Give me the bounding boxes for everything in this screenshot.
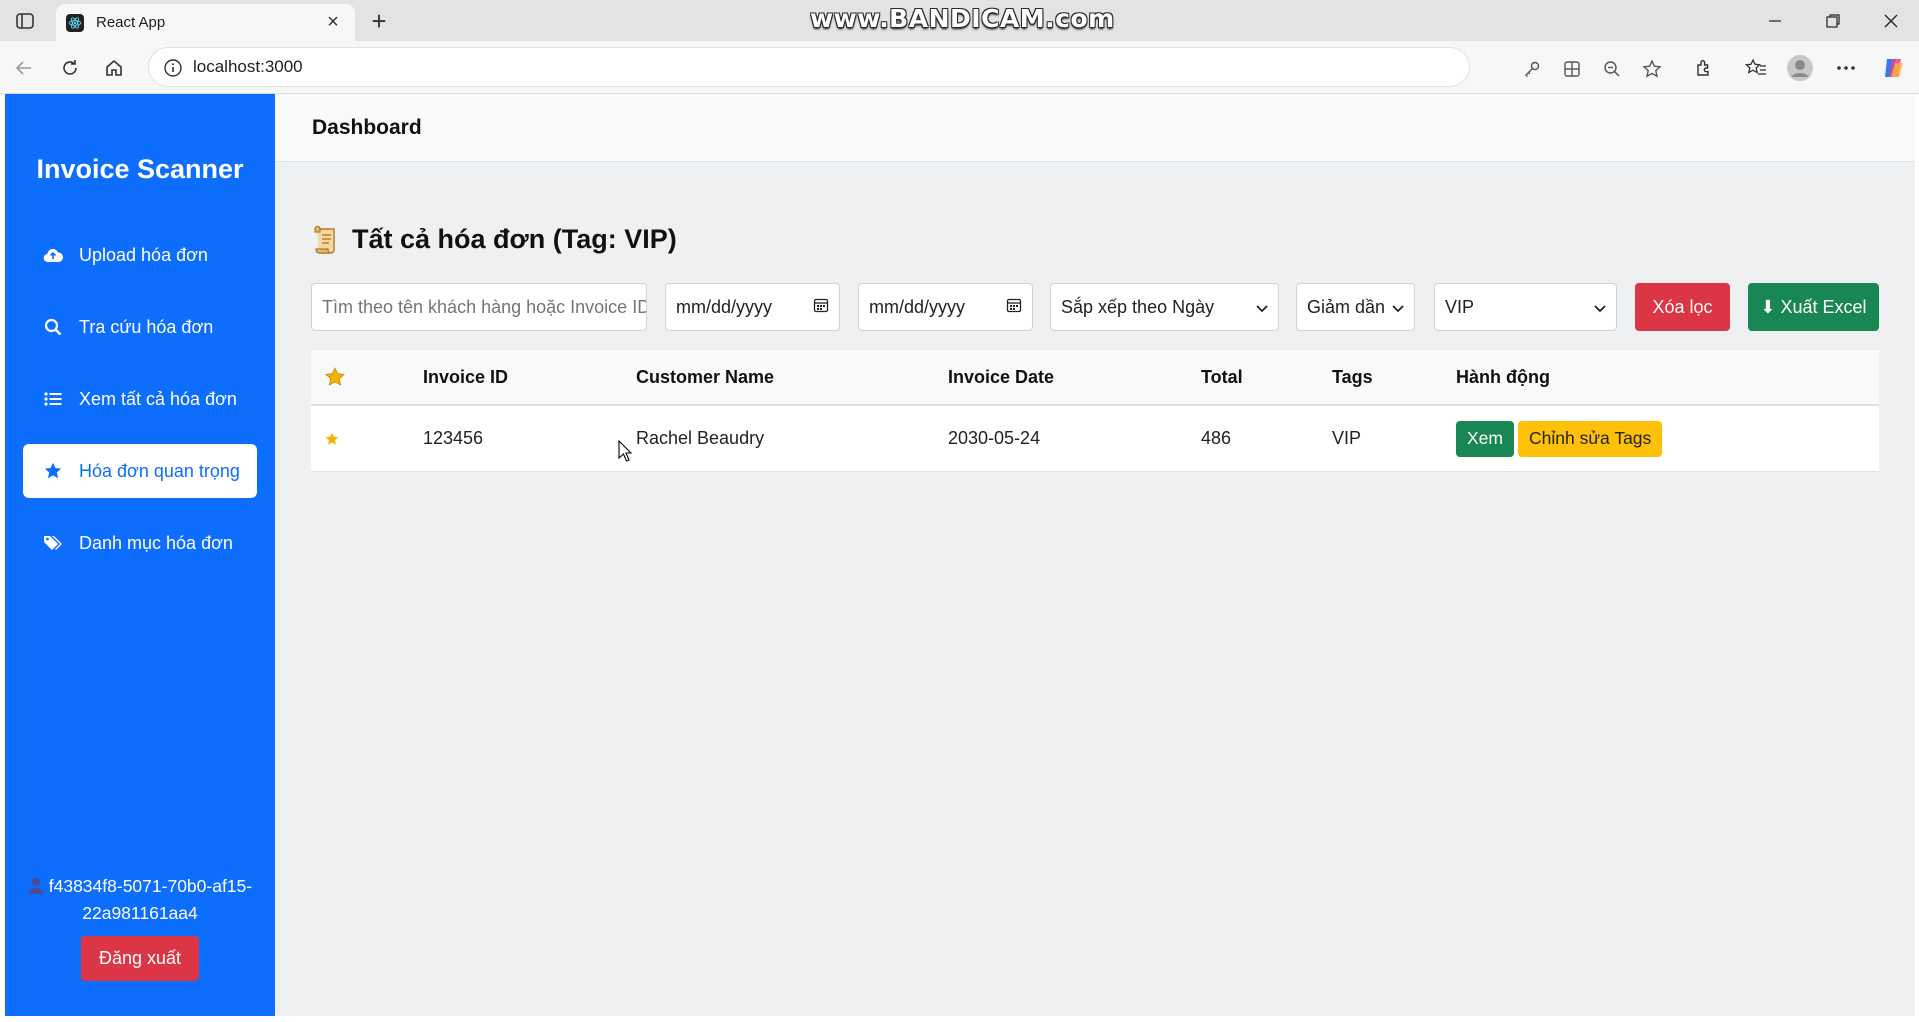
invoice-table: Invoice ID Customer Name Invoice Date To… <box>311 350 1879 472</box>
favorite-star-icon[interactable] <box>1641 58 1663 80</box>
list-icon <box>43 389 63 409</box>
star-icon <box>43 461 63 481</box>
date-to-text: mm/dd/yyyy <box>869 296 966 317</box>
invoice-id-cell: 123456 <box>423 428 484 448</box>
new-tab-icon[interactable]: + <box>364 6 394 36</box>
sidebar-item-label: Upload hóa đơn <box>79 244 208 265</box>
profile-avatar-icon[interactable] <box>1784 52 1816 84</box>
export-excel-button[interactable]: ⬇ Xuất Excel <box>1748 283 1879 331</box>
sidebar-item-label: Danh mục hóa đơn <box>79 532 233 553</box>
browser-toolbar: localhost:3000 <box>0 41 1919 94</box>
tag-select[interactable]: VIP <box>1434 283 1617 331</box>
sidebar-item-label: Xem tất cả hóa đơn <box>79 388 237 409</box>
sort-order-value: Giảm dần <box>1307 296 1386 317</box>
sidebar-item-important[interactable]: Hóa đơn quan trọng <box>23 444 257 498</box>
invoice-date-cell: 2030-05-24 <box>948 428 1041 448</box>
page-title: Tất cả hóa đơn (Tag: VIP) <box>312 224 677 255</box>
starred-icon[interactable] <box>325 406 339 471</box>
user-icon <box>27 876 49 896</box>
recording-watermark: www.BANDICAM.com <box>810 4 1115 33</box>
edit-tags-button[interactable]: Chỉnh sửa Tags <box>1517 420 1663 457</box>
column-header[interactable]: Customer Name <box>636 350 774 404</box>
chevron-down-icon <box>1594 297 1606 318</box>
tag-value: VIP <box>1445 296 1475 317</box>
minimize-icon[interactable] <box>1752 6 1798 36</box>
table-header: Invoice ID Customer Name Invoice Date To… <box>311 350 1879 406</box>
mouse-cursor-icon <box>618 439 633 462</box>
column-header[interactable]: Invoice Date <box>948 350 1054 404</box>
date-to-input[interactable]: mm/dd/yyyy <box>858 283 1033 331</box>
copilot-icon[interactable] <box>1878 52 1910 84</box>
sidebar: Invoice Scanner Upload hóa đơn Tra cứu h… <box>5 94 275 1016</box>
url-text: localhost:3000 <box>193 57 303 76</box>
customer-name-cell: Rachel Beaudry <box>636 428 765 448</box>
clear-filter-button[interactable]: Xóa lọc <box>1635 283 1730 331</box>
search-icon <box>43 317 63 337</box>
more-options-icon[interactable] <box>1830 52 1862 84</box>
sidebar-item-all-invoices[interactable]: Xem tất cả hóa đơn <box>23 372 257 426</box>
browser-tab[interactable]: React App × <box>56 4 355 41</box>
user-id-text: f43834f8-5071-70b0-af15-22a981161aa4 <box>48 876 253 923</box>
header-title: Dashboard <box>312 116 422 139</box>
search-input[interactable]: Tìm theo tên khách hàng hoặc Invoice ID <box>311 283 647 331</box>
tags-icon <box>43 533 63 553</box>
sort-by-value: Sắp xếp theo Ngày <box>1061 296 1215 317</box>
tab-title: React App <box>96 14 166 31</box>
tab-actions-icon[interactable] <box>10 8 40 34</box>
reload-icon[interactable] <box>54 52 86 84</box>
main-header: Dashboard <box>275 94 1915 162</box>
filter-bar: Tìm theo tên khách hàng hoặc Invoice ID … <box>275 283 1915 333</box>
brand-title: Invoice Scanner <box>36 154 244 184</box>
react-logo-icon <box>66 13 84 32</box>
browser-titlebar: React App × + www.BANDICAM.com <box>0 0 1919 41</box>
cloud-upload-icon <box>43 245 63 265</box>
extensions-icon[interactable] <box>1688 52 1720 84</box>
tab-close-icon[interactable]: × <box>323 11 343 34</box>
user-info: f43834f8-5071-70b0-af15-22a981161aa4 <box>25 873 255 927</box>
column-header[interactable]: Invoice ID <box>423 350 508 404</box>
site-info-icon[interactable] <box>163 58 183 83</box>
home-icon[interactable] <box>98 52 130 84</box>
view-button[interactable]: Xem <box>1456 420 1514 457</box>
main-content: Dashboard Tất cả hóa đơn (Tag: VIP) Tìm … <box>275 94 1915 1016</box>
total-cell: 486 <box>1201 428 1232 448</box>
address-bar[interactable]: localhost:3000 <box>148 47 1662 87</box>
actions-cell: Xem Chỉnh sửa Tags <box>1456 406 1666 471</box>
sidebar-item-categories[interactable]: Danh mục hóa đơn <box>23 516 257 570</box>
zoom-out-icon[interactable] <box>1601 58 1623 80</box>
calendar-icon[interactable] <box>1006 297 1022 318</box>
sort-by-select[interactable]: Sắp xếp theo Ngày <box>1050 283 1279 331</box>
table-row: 123456 Rachel Beaudry 2030-05-24 486 VIP… <box>311 406 1879 472</box>
chevron-down-icon <box>1392 297 1404 318</box>
chevron-down-icon <box>1256 297 1268 318</box>
sidebar-item-label: Hóa đơn quan trọng <box>79 460 240 481</box>
calendar-icon[interactable] <box>813 297 829 318</box>
page-title-text: Tất cả hóa đơn (Tag: VIP) <box>352 224 677 254</box>
restore-icon[interactable] <box>1810 6 1856 36</box>
favorites-icon[interactable] <box>1740 52 1772 84</box>
column-header: Hành động <box>1456 366 1550 387</box>
key-icon[interactable] <box>1521 58 1543 80</box>
back-icon[interactable] <box>8 52 40 84</box>
star-column-icon <box>325 350 345 404</box>
column-header[interactable]: Tags <box>1332 350 1373 404</box>
sidebar-item-upload[interactable]: Upload hóa đơn <box>23 228 257 282</box>
app-available-icon[interactable] <box>1561 58 1583 80</box>
date-from-input[interactable]: mm/dd/yyyy <box>665 283 840 331</box>
date-from-text: mm/dd/yyyy <box>676 296 773 317</box>
logout-button[interactable]: Đăng xuất <box>81 936 199 981</box>
scroll-icon <box>312 225 340 255</box>
column-header[interactable]: Total <box>1201 350 1243 404</box>
sidebar-item-label: Tra cứu hóa đơn <box>79 316 214 337</box>
window-close-icon[interactable] <box>1868 6 1914 36</box>
sidebar-item-search[interactable]: Tra cứu hóa đơn <box>23 300 257 354</box>
sort-order-select[interactable]: Giảm dần <box>1296 283 1415 331</box>
tags-cell: VIP <box>1332 428 1362 448</box>
